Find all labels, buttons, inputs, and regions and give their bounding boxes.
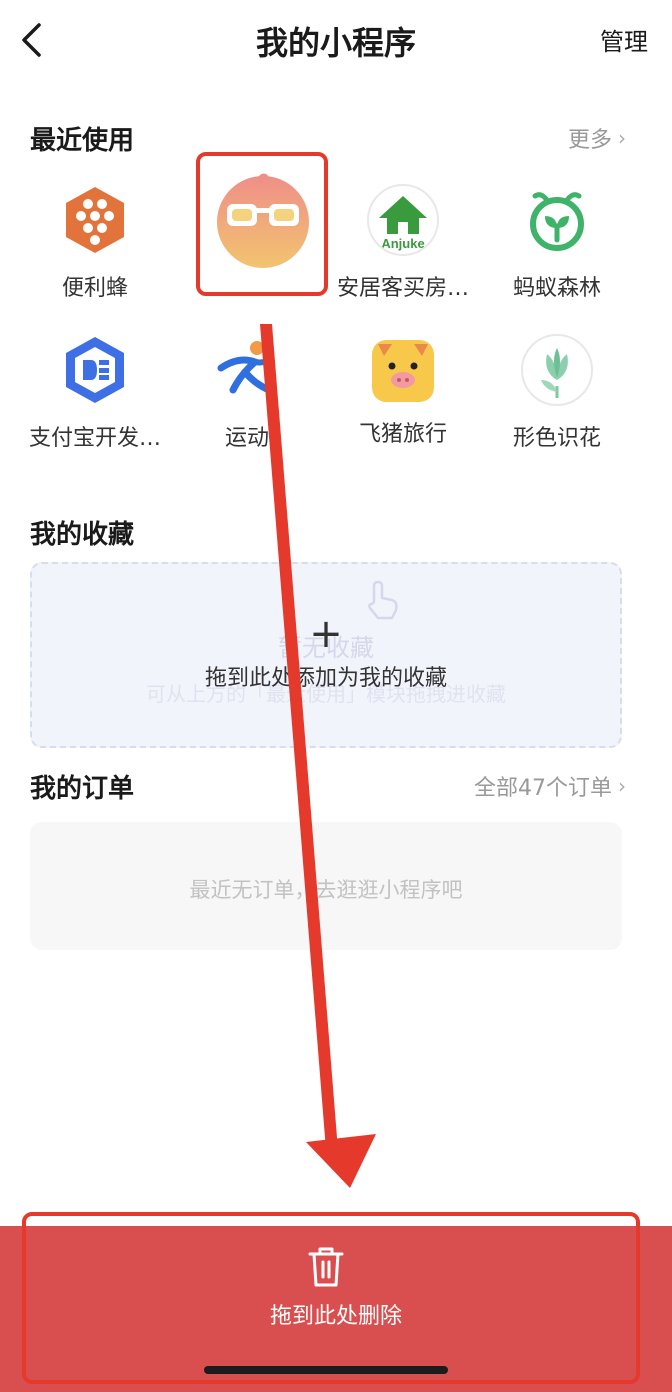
app-label: 运动	[224, 426, 269, 451]
home-indicator	[204, 1366, 448, 1374]
app-fliggy[interactable]: 飞猪旅行	[328, 334, 478, 448]
app-label: 支付宝开发…	[28, 426, 161, 451]
anjuke-house-icon: Anjuke	[367, 184, 439, 256]
favorites-drop-zone[interactable]: 暂无收藏 可从上方的「最近使用」模块拖拽进收藏 + 拖到此处添加为我的收藏	[30, 562, 622, 748]
delete-drop-label: 拖到此处删除	[269, 1304, 402, 1329]
all-orders-link[interactable]: 全部47个订单 ›	[474, 770, 626, 802]
page-title: 我的小程序	[255, 24, 416, 62]
app-sport[interactable]: 运动	[172, 334, 322, 452]
chevron-left-icon	[22, 23, 41, 57]
recent-section-title: 最近使用	[30, 126, 135, 156]
honeycomb-icon	[59, 184, 131, 256]
app-label: 安居客买房…	[336, 276, 469, 301]
all-orders-label: 全部47个订单	[474, 776, 612, 801]
more-label: 更多	[567, 128, 612, 153]
trash-icon	[306, 1246, 346, 1292]
sunglasses-avatar-icon	[213, 170, 313, 270]
nav-bar: 我的小程序 管理	[0, 0, 672, 80]
app-sunglasses-dragging[interactable]	[188, 170, 338, 270]
pig-icon	[372, 340, 434, 402]
app-anjuke[interactable]: Anjuke 安居客买房…	[328, 184, 478, 302]
app-ant-forest[interactable]: 蚂蚁森林	[482, 184, 632, 302]
manage-button[interactable]: 管理	[600, 22, 648, 57]
app-bianlifeng[interactable]: 便利蜂	[20, 184, 170, 302]
flower-icon	[521, 334, 593, 406]
chevron-right-icon: ›	[618, 126, 626, 150]
favorites-drop-hint: 拖到此处添加为我的收藏	[204, 666, 447, 691]
orders-section-title: 我的订单	[30, 774, 135, 804]
orders-empty-card: 最近无订单，去逛逛小程序吧	[30, 822, 622, 950]
favorites-section-title: 我的收藏	[30, 520, 135, 550]
alipay-dev-icon	[59, 334, 131, 406]
app-label: 蚂蚁森林	[512, 276, 601, 301]
anjuke-logo-text: Anjuke	[381, 236, 424, 251]
more-link[interactable]: 更多 ›	[568, 122, 626, 154]
orders-empty-text: 最近无订单，去逛逛小程序吧	[189, 878, 463, 902]
plus-icon: +	[309, 611, 343, 657]
app-xingse[interactable]: 形色识花	[482, 334, 632, 452]
delete-drop-zone[interactable]: 拖到此处删除	[0, 1226, 672, 1392]
app-label: 飞猪旅行	[358, 422, 447, 447]
app-label: 便利蜂	[61, 276, 128, 301]
running-icon	[211, 334, 283, 406]
back-button[interactable]	[10, 18, 54, 62]
sprout-icon	[521, 184, 593, 256]
app-alipay-dev[interactable]: 支付宝开发…	[20, 334, 170, 452]
app-label: 形色识花	[512, 426, 601, 451]
chevron-right-icon: ›	[618, 774, 626, 798]
